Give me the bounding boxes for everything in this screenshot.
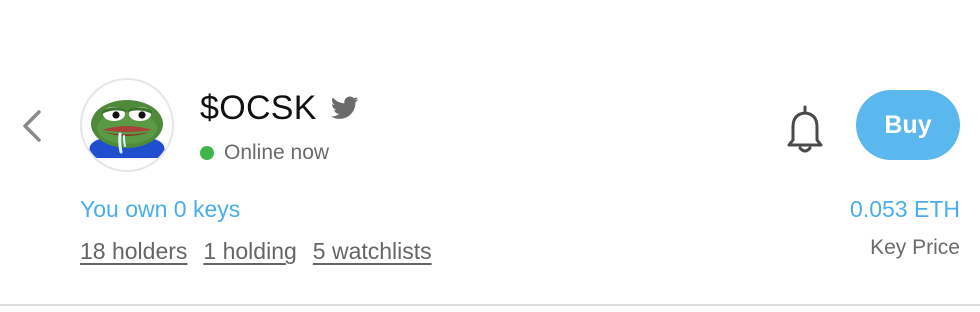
status-text: Online now [224, 141, 330, 164]
divider [0, 304, 980, 306]
watchlists-link[interactable]: 5 watchlists [313, 238, 432, 265]
key-price-label: Key Price [870, 236, 960, 259]
holders-link[interactable]: 18 holders [80, 238, 187, 265]
profile-name: $OCSK [200, 88, 317, 127]
online-status: Online now [200, 138, 329, 168]
online-dot-icon [200, 146, 214, 160]
back-button[interactable] [14, 106, 50, 146]
own-keys-text: You own 0 keys [80, 196, 241, 222]
chevron-left-icon [23, 110, 41, 142]
bell-icon [787, 105, 823, 153]
key-price-value: 0.053 ETH [850, 196, 960, 222]
twitter-icon [330, 96, 359, 119]
pepe-frog-avatar-icon [88, 100, 166, 158]
buy-button[interactable]: Buy [856, 90, 960, 160]
stats-links: 18 holders 1 holding 5 watchlists [80, 238, 448, 265]
profile-header: $OCSK [200, 86, 359, 130]
holding-link[interactable]: 1 holding [203, 238, 296, 265]
twitter-link[interactable] [330, 96, 359, 120]
avatar[interactable] [80, 78, 174, 172]
notify-button[interactable] [784, 104, 826, 154]
